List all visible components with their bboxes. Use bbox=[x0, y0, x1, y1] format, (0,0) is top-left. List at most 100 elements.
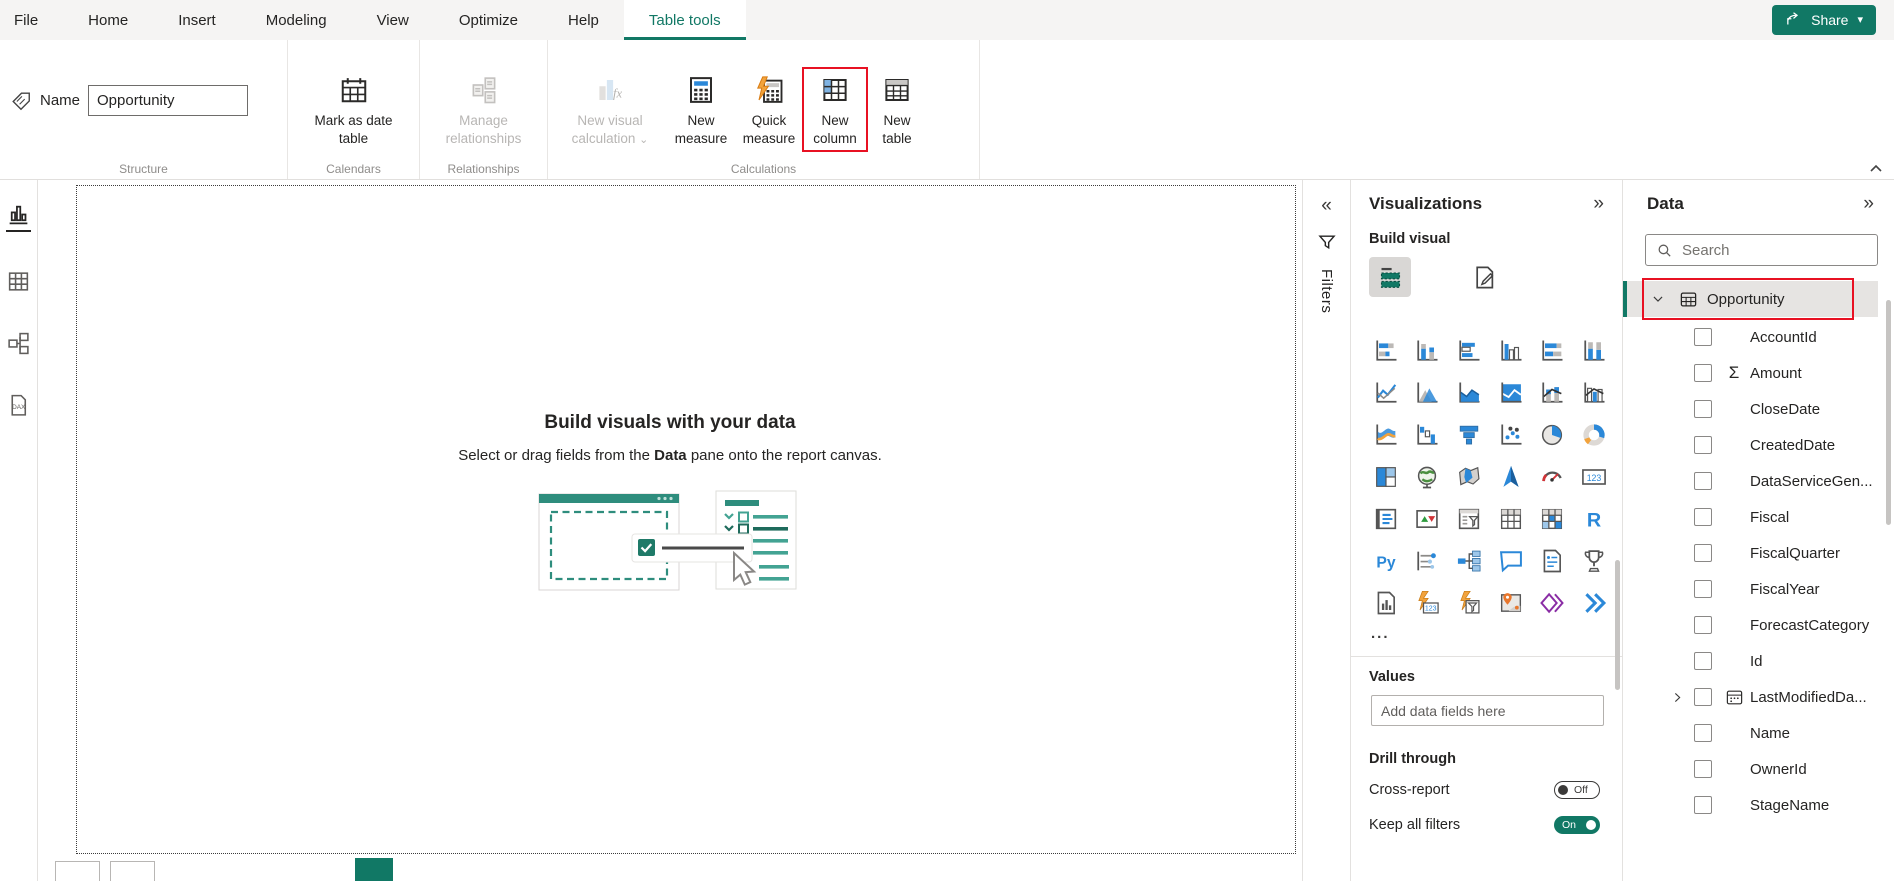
visual-icon-line-stacked-column-chart[interactable] bbox=[1538, 379, 1566, 407]
visual-icon-table[interactable] bbox=[1497, 505, 1525, 533]
visual-icon-card[interactable]: 123 bbox=[1580, 463, 1608, 491]
field-checkbox[interactable] bbox=[1694, 688, 1712, 706]
menu-item-modeling[interactable]: Modeling bbox=[241, 0, 352, 40]
visual-icon-hundred-stacked-column-chart[interactable] bbox=[1580, 337, 1608, 365]
visual-icon-multi-row-card[interactable] bbox=[1372, 505, 1400, 533]
visual-icon-azure-map[interactable] bbox=[1497, 463, 1525, 491]
visual-icon-paginated-report[interactable] bbox=[1372, 589, 1400, 617]
field-checkbox[interactable] bbox=[1694, 328, 1712, 346]
field-row-forecastcategory[interactable]: ForecastCategory bbox=[1623, 607, 1894, 643]
menu-item-insert[interactable]: Insert bbox=[153, 0, 241, 40]
share-button[interactable]: Share ▾ bbox=[1772, 5, 1876, 35]
field-checkbox[interactable] bbox=[1694, 652, 1712, 670]
field-checkbox[interactable] bbox=[1694, 580, 1712, 598]
visual-icon-funnel-chart[interactable] bbox=[1455, 421, 1483, 449]
menu-item-view[interactable]: View bbox=[352, 0, 434, 40]
field-row-createddate[interactable]: CreatedDate bbox=[1623, 427, 1894, 463]
keep-all-filters-toggle[interactable]: On bbox=[1554, 816, 1600, 834]
new-visual-calculation-button[interactable]: fx New visual calculation ⌄ bbox=[554, 69, 666, 149]
menu-item-home[interactable]: Home bbox=[63, 0, 153, 40]
visualizations-scrollbar[interactable] bbox=[1615, 560, 1620, 690]
chevron-right-icon[interactable] bbox=[1671, 691, 1684, 704]
format-visual-tab[interactable] bbox=[1463, 257, 1505, 297]
visual-icon-treemap[interactable] bbox=[1372, 463, 1400, 491]
table-name-input[interactable] bbox=[88, 85, 248, 116]
visual-icon-arcgis-map[interactable] bbox=[1497, 589, 1525, 617]
field-row-amount[interactable]: ΣAmount bbox=[1623, 355, 1894, 391]
visual-icon-map[interactable] bbox=[1413, 463, 1441, 491]
visual-icon-r-script[interactable]: R bbox=[1580, 505, 1608, 533]
field-checkbox[interactable] bbox=[1694, 616, 1712, 634]
field-checkbox[interactable] bbox=[1694, 364, 1712, 382]
field-row-dataservicegen[interactable]: DataServiceGen... bbox=[1623, 463, 1894, 499]
values-field-well[interactable]: Add data fields here bbox=[1371, 695, 1604, 726]
active-page-indicator[interactable] bbox=[355, 858, 393, 881]
field-checkbox[interactable] bbox=[1694, 436, 1712, 454]
search-input[interactable]: Search bbox=[1645, 234, 1878, 266]
field-row-fiscalyear[interactable]: FiscalYear bbox=[1623, 571, 1894, 607]
visual-icon-hundred-stacked-bar-chart[interactable] bbox=[1538, 337, 1566, 365]
field-checkbox[interactable] bbox=[1694, 472, 1712, 490]
field-row-id[interactable]: Id bbox=[1623, 643, 1894, 679]
dax-query-view-icon[interactable]: DAX bbox=[6, 393, 31, 418]
visual-icon-stacked-column-chart[interactable] bbox=[1413, 337, 1441, 365]
field-checkbox[interactable] bbox=[1694, 796, 1712, 814]
tab-table-tools[interactable]: Table tools bbox=[624, 0, 746, 40]
visual-icon-line-clustered-column-chart[interactable] bbox=[1580, 379, 1608, 407]
filters-pane-label[interactable]: Filters bbox=[1318, 269, 1335, 313]
menu-item-file[interactable]: File bbox=[0, 0, 63, 40]
table-view-icon[interactable] bbox=[6, 269, 31, 294]
field-row-stagename[interactable]: StageName bbox=[1623, 787, 1894, 823]
collapse-visualizations-icon[interactable]: » bbox=[1593, 194, 1604, 213]
cross-report-toggle[interactable]: Off bbox=[1554, 781, 1600, 799]
visual-icon-area-chart[interactable] bbox=[1413, 379, 1441, 407]
visual-icon-new-slicer[interactable] bbox=[1455, 589, 1483, 617]
field-checkbox[interactable] bbox=[1694, 544, 1712, 562]
visual-icon-line-chart[interactable] bbox=[1372, 379, 1400, 407]
visual-icon-matrix[interactable] bbox=[1538, 505, 1566, 533]
visual-icon-power-apps[interactable] bbox=[1538, 589, 1566, 617]
visual-icon-smart-narrative[interactable] bbox=[1538, 547, 1566, 575]
field-checkbox[interactable] bbox=[1694, 760, 1712, 778]
visual-icon-scatter-chart[interactable] bbox=[1497, 421, 1525, 449]
report-view-icon[interactable] bbox=[6, 202, 31, 232]
table-node-opportunity[interactable]: Opportunity bbox=[1623, 281, 1878, 317]
field-row-fiscalquarter[interactable]: FiscalQuarter bbox=[1623, 535, 1894, 571]
field-row-closedate[interactable]: CloseDate bbox=[1623, 391, 1894, 427]
new-measure-button[interactable]: New measure bbox=[668, 69, 734, 149]
field-row-name[interactable]: Name bbox=[1623, 715, 1894, 751]
menu-item-optimize[interactable]: Optimize bbox=[434, 0, 543, 40]
more-visuals-button[interactable]: ... bbox=[1371, 625, 1610, 642]
field-checkbox[interactable] bbox=[1694, 724, 1712, 742]
visual-icon-python[interactable]: Py bbox=[1372, 547, 1400, 575]
visual-icon-qna[interactable] bbox=[1497, 547, 1525, 575]
collapse-ribbon-icon[interactable] bbox=[1868, 162, 1884, 176]
field-checkbox[interactable] bbox=[1694, 400, 1712, 418]
visual-icon-decomposition-tree[interactable] bbox=[1455, 547, 1483, 575]
manage-relationships-button[interactable]: Manage relationships bbox=[433, 69, 535, 149]
quick-measure-button[interactable]: Quick measure bbox=[736, 69, 802, 149]
visual-icon-waterfall-chart[interactable] bbox=[1413, 421, 1441, 449]
visual-icon-metrics[interactable] bbox=[1580, 547, 1608, 575]
build-visual-tab[interactable] bbox=[1369, 257, 1411, 297]
field-row-lastmodifiedda[interactable]: LastModifiedDa... bbox=[1623, 679, 1894, 715]
field-row-fiscal[interactable]: Fiscal bbox=[1623, 499, 1894, 535]
visual-icon-ribbon-chart[interactable] bbox=[1372, 421, 1400, 449]
visual-icon-filled-map[interactable] bbox=[1455, 463, 1483, 491]
new-table-button[interactable]: New table bbox=[868, 69, 926, 149]
report-canvas[interactable]: Build visuals with your data Select or d… bbox=[38, 180, 1302, 881]
collapse-data-pane-icon[interactable]: » bbox=[1863, 194, 1874, 213]
data-pane-scrollbar[interactable] bbox=[1886, 300, 1891, 525]
visual-icon-slicer[interactable] bbox=[1455, 505, 1483, 533]
visual-icon-hundred-stacked-area-chart[interactable] bbox=[1497, 379, 1525, 407]
visual-icon-new-card[interactable]: 123 bbox=[1413, 589, 1441, 617]
visual-icon-clustered-bar-chart[interactable] bbox=[1455, 337, 1483, 365]
visual-icon-stacked-bar-chart[interactable] bbox=[1372, 337, 1400, 365]
field-checkbox[interactable] bbox=[1694, 508, 1712, 526]
visual-icon-key-influencers[interactable] bbox=[1413, 547, 1441, 575]
field-row-accountid[interactable]: AccountId bbox=[1623, 319, 1894, 355]
visual-icon-power-automate[interactable] bbox=[1580, 589, 1608, 617]
visual-icon-kpi[interactable] bbox=[1413, 505, 1441, 533]
visual-icon-gauge[interactable] bbox=[1538, 463, 1566, 491]
new-column-button[interactable]: New column bbox=[804, 69, 866, 149]
